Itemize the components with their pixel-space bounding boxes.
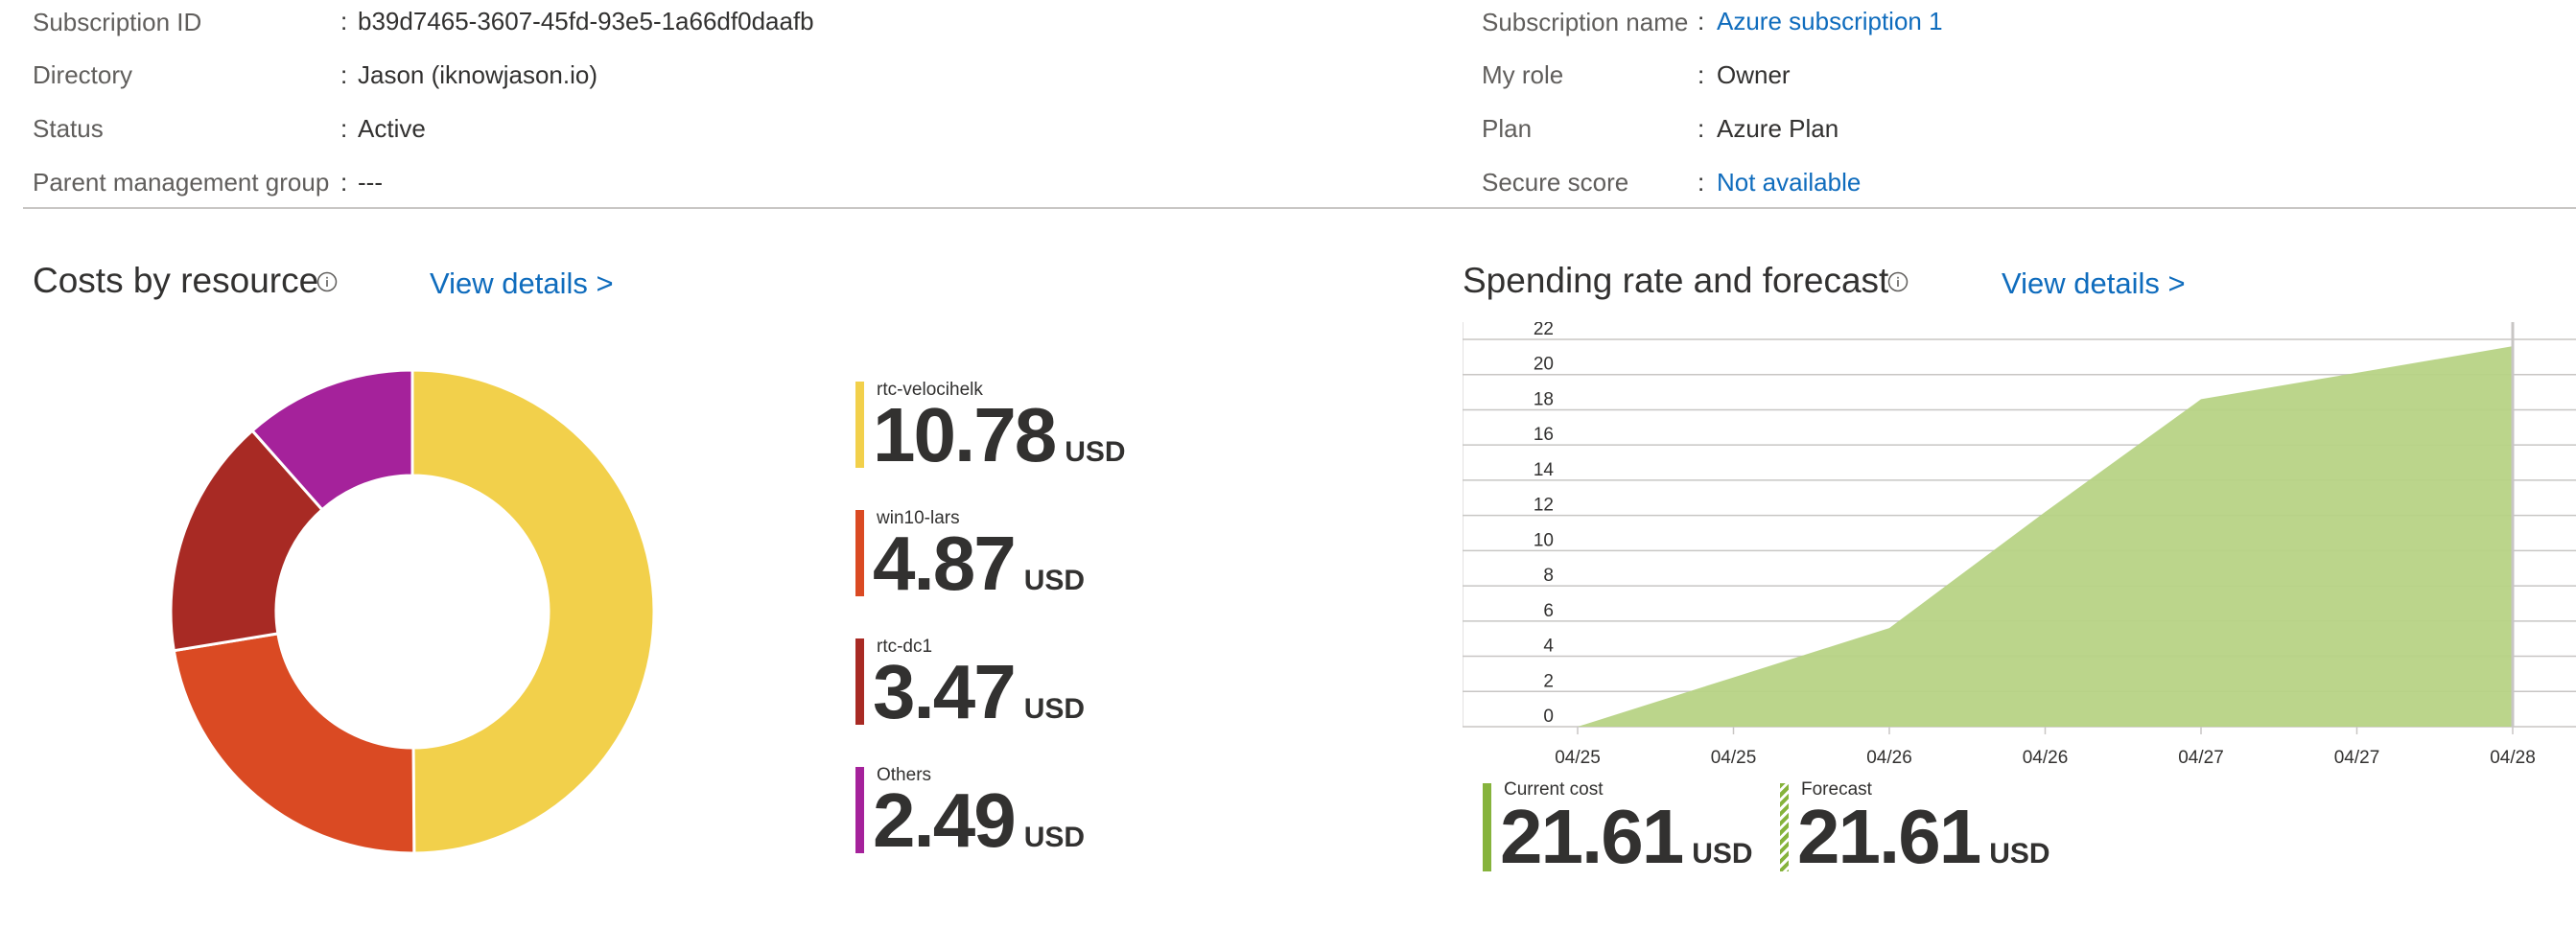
essentials-panel: Subscription ID : b39d7465-3607-45fd-93e… xyxy=(0,0,2576,209)
plan-value: Azure Plan xyxy=(1717,114,1839,143)
separator: : xyxy=(1698,60,1705,89)
legend-value-wrapper: 2.49 USD xyxy=(873,782,1085,859)
spending-area-chart: 0 2 4 6 8 10 12 14 16 18 20 22 04/25 04/25 04/26 04/26 0… xyxy=(1463,322,2576,768)
legend-item-win10-lars: win10-lars 4.87 USD xyxy=(855,508,1143,604)
current-cost-unit: USD xyxy=(1692,838,1753,870)
y-tick-label: 8 xyxy=(1543,566,1554,586)
y-tick-label: 6 xyxy=(1543,601,1554,621)
costs-view-details-link[interactable]: View details > xyxy=(430,267,614,301)
essentials-row-subscription-id: Subscription ID xyxy=(33,0,201,49)
essentials-divider xyxy=(23,207,2576,209)
separator: : xyxy=(340,60,348,89)
essentials-row-directory: Directory xyxy=(33,48,132,102)
essentials-row-plan: Plan xyxy=(1482,102,1532,155)
parent-management-group-label: Parent management group xyxy=(33,167,330,197)
directory-label: Directory xyxy=(33,59,133,89)
subscription-id-value: b39d7465-3607-45fd-93e5-1a66df0daafb xyxy=(358,7,814,35)
forecast-value: 21.61 xyxy=(1797,794,1981,879)
current-cost-area[interactable] xyxy=(1578,346,2513,727)
separator: : xyxy=(1698,114,1705,143)
y-tick-label: 16 xyxy=(1534,425,1554,445)
forecast-value-wrapper: 21.61 USD xyxy=(1797,799,2050,875)
y-tick-label: 4 xyxy=(1543,637,1554,657)
separator: : xyxy=(1698,168,1705,197)
legend-value-wrapper: 3.47 USD xyxy=(873,654,1085,731)
x-tick-label: 04/28 xyxy=(2490,748,2536,768)
legend-value-wrapper: 4.87 USD xyxy=(873,525,1085,602)
legend-color-bar xyxy=(855,382,864,468)
directory-value: Jason (iknowjason.io) xyxy=(358,60,598,89)
y-tick-label: 0 xyxy=(1543,707,1554,727)
x-tick-label: 04/27 xyxy=(2334,748,2380,768)
legend-value-wrapper: 10.78 USD xyxy=(873,397,1126,474)
current-cost-color-bar xyxy=(1483,783,1491,871)
x-tick-label: 04/25 xyxy=(1711,748,1757,768)
x-tick-label: 04/27 xyxy=(2178,748,2224,768)
costs-by-resource-title: Costs by resource xyxy=(33,261,319,300)
forecast-color-bar xyxy=(1780,783,1789,871)
legend-value: 2.49 xyxy=(873,777,1017,863)
current-cost-value: 21.61 xyxy=(1500,794,1684,879)
separator: : xyxy=(340,168,348,197)
info-icon[interactable] xyxy=(1887,271,1909,292)
essentials-row-parent-group: Parent management group xyxy=(33,155,329,209)
legend-item-rtc-dc1: rtc-dc1 3.47 USD xyxy=(855,637,1143,732)
legend-color-bar xyxy=(855,510,864,596)
legend-item-rtc-velocihelk: rtc-velocihelk 10.78 USD xyxy=(855,380,1143,476)
my-role-value: Owner xyxy=(1717,60,1791,89)
essentials-row-my-role: My role xyxy=(1482,48,1563,102)
secure-score-label: Secure score xyxy=(1482,167,1629,197)
legend-unit: USD xyxy=(1023,693,1086,725)
status-value: Active xyxy=(358,114,426,143)
essentials-row-secure-score: Secure score xyxy=(1482,155,1628,209)
separator: : xyxy=(340,114,348,143)
subscription-name-label: Subscription name xyxy=(1482,7,1689,36)
y-tick-label: 20 xyxy=(1534,355,1554,375)
parent-management-group-value: --- xyxy=(358,168,383,197)
legend-item-others: Others 2.49 USD xyxy=(855,765,1143,861)
legend-value: 3.47 xyxy=(873,649,1017,734)
info-icon[interactable] xyxy=(316,271,338,292)
essentials-row-status: Status xyxy=(33,102,104,155)
legend-value: 10.78 xyxy=(873,392,1057,477)
legend-unit: USD xyxy=(1065,436,1126,468)
my-role-label: My role xyxy=(1482,59,1564,89)
essentials-row-subscription-name: Subscription name xyxy=(1482,0,1688,49)
separator: : xyxy=(1698,7,1705,35)
subscription-name-link[interactable]: Azure subscription 1 xyxy=(1717,7,1943,36)
legend-color-bar xyxy=(855,638,864,725)
x-tick-label: 04/25 xyxy=(1555,748,1601,768)
separator: : xyxy=(340,7,348,35)
costs-donut-chart xyxy=(169,368,656,855)
status-label: Status xyxy=(33,113,104,143)
y-tick-label: 14 xyxy=(1534,460,1555,480)
donut-slice-rtc-velocihelk[interactable] xyxy=(410,368,656,855)
legend-value: 4.87 xyxy=(873,521,1017,606)
subscription-id-label: Subscription ID xyxy=(33,7,202,36)
x-tick-label: 04/26 xyxy=(2023,748,2069,768)
legend-color-bar xyxy=(855,767,864,853)
plan-label: Plan xyxy=(1482,113,1533,143)
y-tick-label: 22 xyxy=(1534,322,1554,339)
x-tick-label: 04/26 xyxy=(1866,748,1912,768)
spending-title: Spending rate and forecast xyxy=(1463,261,1889,300)
legend-unit: USD xyxy=(1023,565,1086,596)
spending-view-details-link[interactable]: View details > xyxy=(2002,267,2186,301)
y-tick-label: 2 xyxy=(1543,671,1554,691)
current-cost-value-wrapper: 21.61 USD xyxy=(1500,799,1753,875)
legend-unit: USD xyxy=(1023,822,1086,853)
secure-score-link[interactable]: Not available xyxy=(1717,168,1861,197)
forecast-unit: USD xyxy=(1989,838,2050,870)
y-tick-label: 12 xyxy=(1534,496,1554,516)
y-tick-label: 18 xyxy=(1534,389,1554,409)
donut-slice-win10-lars[interactable] xyxy=(172,632,416,855)
y-tick-label: 10 xyxy=(1534,530,1554,550)
